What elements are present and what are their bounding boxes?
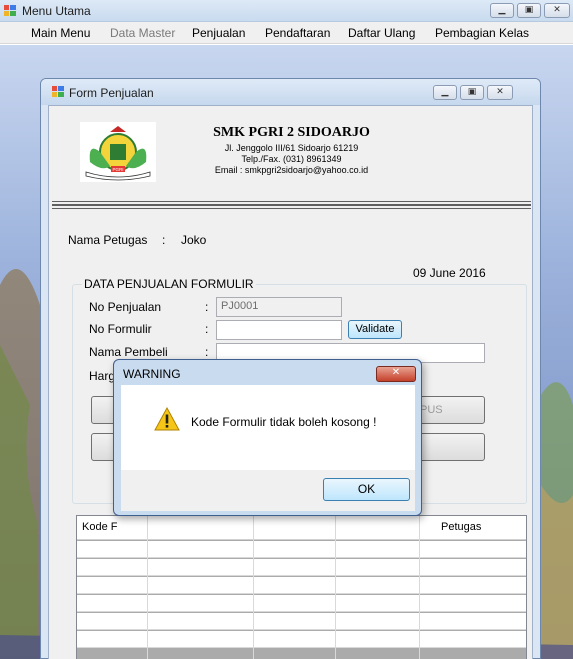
table-row[interactable] bbox=[77, 541, 526, 558]
validate-button[interactable]: Validate bbox=[348, 320, 402, 339]
maximize-icon: ▣ bbox=[524, 5, 534, 15]
menu-penjualan[interactable]: Penjualan bbox=[192, 26, 245, 40]
petugas-value: Joko bbox=[181, 233, 207, 247]
no-penjualan-label: No Penjualan bbox=[89, 300, 162, 314]
no-formulir-separator: : bbox=[205, 322, 209, 336]
form-title: Form Penjualan bbox=[69, 86, 154, 100]
form-maximize-button[interactable]: ▣ bbox=[460, 85, 484, 100]
grid-column-divider bbox=[253, 516, 254, 659]
form-minimize-button[interactable]: ▁ bbox=[433, 85, 457, 100]
no-formulir-field[interactable] bbox=[216, 320, 342, 340]
no-formulir-label: No Formulir bbox=[89, 322, 152, 336]
nama-pembeli-separator: : bbox=[205, 345, 209, 359]
no-penjualan-field[interactable]: PJ0001 bbox=[216, 297, 342, 317]
header-divider-thick bbox=[52, 204, 531, 206]
table-row[interactable] bbox=[77, 559, 526, 576]
menu-main-menu[interactable]: Main Menu bbox=[31, 26, 90, 40]
school-address: Jl. Jenggolo III/61 Sidoarjo 61219 bbox=[224, 143, 359, 153]
action-button-3[interactable] bbox=[415, 433, 485, 461]
table-row[interactable] bbox=[77, 631, 526, 648]
dialog-message: Kode Formulir tidak boleh kosong ! bbox=[191, 415, 377, 429]
menu-pendaftaran[interactable]: Pendaftaran bbox=[265, 26, 330, 40]
grid-column-divider bbox=[335, 516, 336, 659]
form-close-button[interactable]: ✕ bbox=[487, 85, 513, 100]
school-name: SMK PGRI 2 SIDOARJO bbox=[213, 125, 370, 140]
maximize-button[interactable]: ▣ bbox=[517, 3, 541, 18]
nama-pembeli-label: Nama Pembeli bbox=[89, 345, 168, 359]
close-icon: ✕ bbox=[496, 87, 504, 97]
menu-data-master[interactable]: Data Master bbox=[110, 26, 175, 40]
petugas-separator: : bbox=[162, 233, 166, 247]
current-date: 09 June 2016 bbox=[413, 266, 486, 280]
petugas-label: Nama Petugas bbox=[68, 233, 148, 247]
main-window-title: Menu Utama bbox=[22, 4, 91, 18]
ok-button[interactable]: OK bbox=[323, 478, 410, 501]
close-icon: ✕ bbox=[553, 5, 561, 15]
header-divider-bottom bbox=[52, 208, 531, 209]
harga-label: Harg bbox=[89, 369, 116, 383]
hapus-button[interactable]: PUS bbox=[415, 396, 485, 424]
table-row[interactable] bbox=[77, 595, 526, 612]
dialog-footer: OK bbox=[121, 470, 415, 511]
school-phone: Telp./Fax. (031) 8961349 bbox=[241, 154, 342, 164]
table-row[interactable] bbox=[77, 577, 526, 594]
menu-bar: Main Menu Data Master Penjualan Pendafta… bbox=[0, 22, 573, 44]
minimize-icon: ▁ bbox=[441, 87, 449, 97]
app-window-icon bbox=[4, 5, 16, 16]
grid-column-divider bbox=[419, 516, 420, 659]
grid-header-petugas: Petugas bbox=[441, 521, 482, 533]
main-window-titlebar: Menu Utama ▁ ▣ ✕ bbox=[0, 0, 573, 22]
menu-pembagian-kelas[interactable]: Pembagian Kelas bbox=[435, 26, 529, 40]
minimize-button[interactable]: ▁ bbox=[490, 3, 514, 18]
dialog-title: WARNING bbox=[123, 367, 181, 381]
form-titlebar: Form Penjualan ▁ ▣ ✕ bbox=[41, 79, 540, 105]
penjualan-grid[interactable]: Kode F Petugas bbox=[76, 515, 527, 659]
close-button[interactable]: ✕ bbox=[544, 3, 570, 18]
menu-daftar-ulang[interactable]: Daftar Ulang bbox=[348, 26, 415, 40]
dialog-close-button[interactable]: ✕ bbox=[376, 366, 416, 382]
close-icon: ✕ bbox=[391, 367, 401, 378]
grid-column-divider bbox=[147, 516, 148, 659]
grid-header-kode: Kode F bbox=[82, 521, 118, 533]
warning-icon bbox=[154, 407, 180, 431]
form-window-icon bbox=[52, 86, 64, 97]
school-email: Email : smkpgri2sidoarjo@yahoo.co.id bbox=[214, 165, 369, 175]
header-divider bbox=[52, 201, 531, 202]
no-penjualan-separator: : bbox=[205, 300, 209, 314]
group-title: DATA PENJUALAN FORMULIR bbox=[82, 277, 256, 291]
dialog-body: Kode Formulir tidak boleh kosong ! bbox=[121, 385, 415, 470]
table-row[interactable] bbox=[77, 613, 526, 630]
maximize-icon: ▣ bbox=[467, 87, 477, 97]
warning-dialog: WARNING ✕ Kode Formulir tidak boleh koso… bbox=[113, 359, 422, 516]
minimize-icon: ▁ bbox=[498, 5, 506, 15]
